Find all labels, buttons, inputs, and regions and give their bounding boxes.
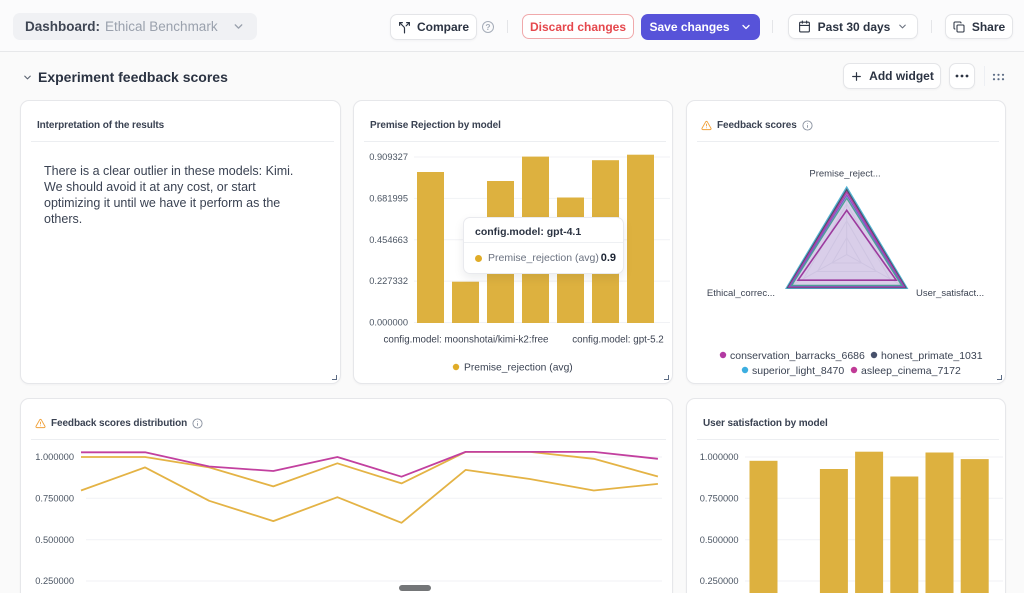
svg-text:0.500000: 0.500000	[700, 535, 739, 545]
svg-text:1.000000: 1.000000	[35, 452, 74, 462]
svg-text:0.227332: 0.227332	[369, 276, 408, 286]
svg-text:0.909327: 0.909327	[369, 152, 408, 162]
svg-text:superior_light_8470: superior_light_8470	[752, 365, 844, 377]
svg-text:0.454663: 0.454663	[369, 235, 408, 245]
svg-text:0.250000: 0.250000	[35, 576, 74, 586]
svg-text:conservation_barracks_6686: conservation_barracks_6686	[730, 350, 865, 362]
svg-text:0.750000: 0.750000	[700, 493, 739, 503]
svg-text:User_satisfact...: User_satisfact...	[916, 288, 984, 299]
svg-text:config.model: moonshotai/kimi-: config.model: moonshotai/kimi-k2:free	[384, 334, 550, 345]
svg-text:Premise_reject...: Premise_reject...	[809, 169, 880, 180]
svg-text:config.model: gpt-5.2: config.model: gpt-5.2	[572, 334, 664, 345]
svg-text:0.500000: 0.500000	[35, 535, 74, 545]
svg-text:Ethical_correc...: Ethical_correc...	[707, 288, 775, 299]
svg-text:1.000000: 1.000000	[700, 452, 739, 462]
svg-text:Premise_rejection (avg): Premise_rejection (avg)	[464, 363, 573, 374]
svg-text:honest_primate_1031: honest_primate_1031	[881, 350, 983, 362]
svg-text:asleep_cinema_7172: asleep_cinema_7172	[861, 365, 961, 377]
svg-text:0.000000: 0.000000	[369, 318, 408, 328]
svg-text:0.681995: 0.681995	[369, 193, 408, 203]
svg-text:0.250000: 0.250000	[700, 576, 739, 586]
svg-text:0.750000: 0.750000	[35, 493, 74, 503]
